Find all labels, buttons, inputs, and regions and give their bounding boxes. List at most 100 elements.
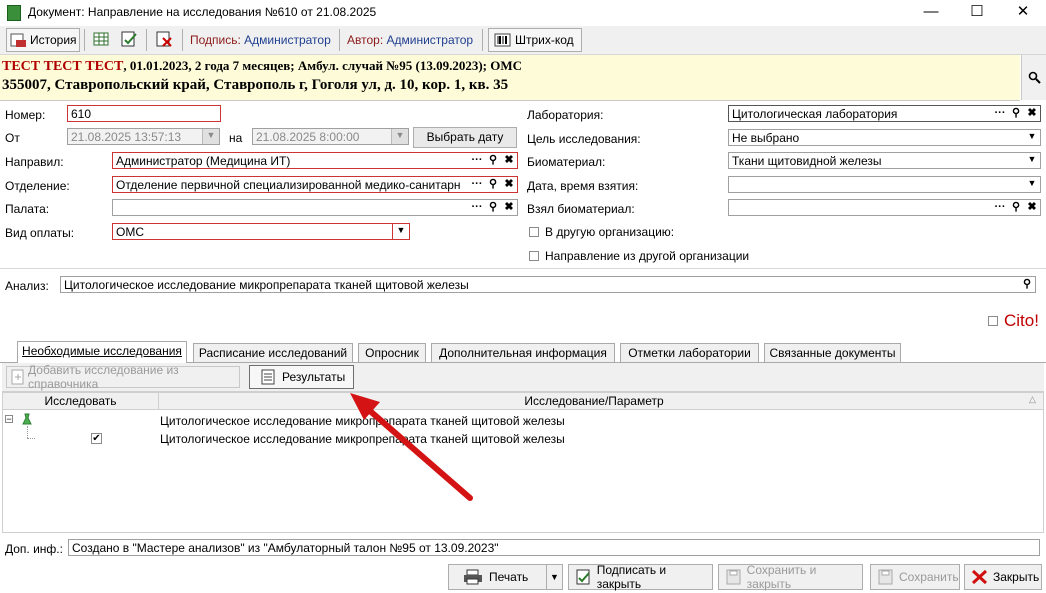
divider — [0, 268, 1046, 269]
history-icon — [10, 33, 26, 47]
research-checkbox[interactable]: ✔ — [91, 433, 102, 444]
save-close-label: Сохранить и закрыть — [746, 563, 817, 591]
search-icon[interactable]: ⚲ — [485, 200, 501, 215]
clear-icon[interactable]: ✖ — [1024, 106, 1040, 121]
sort-icon[interactable]: △ — [1029, 394, 1036, 405]
ellipsis-icon[interactable]: ··· — [992, 106, 1008, 121]
taker-label: Взял биоматериал: — [527, 202, 635, 216]
payment-select[interactable]: ОМС ▼ — [112, 223, 410, 240]
analysis-input[interactable]: Цитологическое исследование микропрепара… — [60, 276, 1036, 293]
tab-additional-info[interactable]: Дополнительная информация — [431, 343, 615, 362]
chevron-down-icon[interactable]: ▼ — [1024, 153, 1040, 168]
add-research-button[interactable]: Добавить исследование из справочника — [6, 363, 240, 391]
results-label: Результаты — [282, 370, 346, 384]
search-icon[interactable]: ⚲ — [1008, 200, 1024, 215]
to-date-input[interactable]: 21.08.2025 8:00:00 ▼ — [252, 128, 409, 145]
search-icon[interactable]: ⚲ — [1019, 277, 1035, 292]
minimize-button[interactable]: — — [908, 0, 954, 25]
delete-document-icon[interactable] — [155, 31, 175, 47]
clear-icon[interactable]: ✖ — [501, 177, 517, 192]
close-button[interactable]: Закрыть — [964, 564, 1042, 590]
results-button[interactable]: Результаты — [249, 365, 354, 389]
title-bar: Документ: Направление на исследования №6… — [0, 0, 1046, 25]
lab-input[interactable]: Цитологическая лаборатория ··· ⚲ ✖ — [728, 105, 1041, 122]
chevron-down-icon[interactable]: ▼ — [392, 224, 409, 239]
tab-required-research[interactable]: Необходимые исследования — [17, 341, 187, 363]
col-header-research[interactable]: Исследовать — [3, 393, 159, 409]
taker-input[interactable]: ··· ⚲ ✖ — [728, 199, 1041, 216]
patient-line-1: ТЕСТ ТЕСТ ТЕСТ, 01.01.2023, 2 года 7 мес… — [2, 58, 522, 75]
check-document-icon[interactable] — [120, 31, 140, 47]
patient-header: ТЕСТ ТЕСТ ТЕСТ, 01.01.2023, 2 года 7 мес… — [0, 55, 1020, 101]
tab-questionnaire[interactable]: Опросник — [358, 343, 426, 362]
clear-icon[interactable]: ✖ — [501, 153, 517, 168]
close-window-button[interactable]: ✕ — [1000, 0, 1046, 25]
other-org-label: В другую организацию: — [545, 225, 675, 239]
analysis-label: Анализ: — [5, 279, 49, 293]
chevron-down-icon[interactable]: ▼ — [1024, 177, 1040, 192]
sign-value: Администратор — [244, 33, 331, 47]
results-icon — [261, 369, 275, 385]
toolbar-separator — [84, 29, 85, 51]
from-date-input[interactable]: 21.08.2025 13:57:13 ▼ — [67, 128, 220, 145]
print-dropdown-button[interactable]: ▼ — [546, 564, 563, 590]
to-label: на — [229, 131, 243, 145]
grid-header: Исследовать Исследование/Параметр △ — [2, 392, 1044, 410]
ellipsis-icon[interactable]: ··· — [469, 153, 485, 168]
ward-input[interactable]: ··· ⚲ ✖ — [112, 199, 518, 216]
referred-input[interactable]: Администратор (Медицина ИТ) ··· ⚲ ✖ — [112, 152, 518, 169]
other-org-checkbox[interactable] — [529, 227, 539, 237]
search-icon[interactable]: ⚲ — [1008, 106, 1024, 121]
biomaterial-select[interactable]: Ткани щитовидной железы ▼ — [728, 152, 1041, 169]
date-taken-select[interactable]: ▼ — [728, 176, 1041, 193]
ellipsis-icon[interactable]: ··· — [469, 200, 485, 215]
sign-info: Подпись: Администратор — [190, 33, 331, 47]
author-info: Автор: Администратор — [347, 33, 473, 47]
barcode-button[interactable]: Штрих-код — [488, 28, 582, 52]
clear-icon[interactable]: ✖ — [1024, 200, 1040, 215]
date-taken-label: Дата, время взятия: — [527, 179, 639, 193]
save-close-icon — [726, 569, 741, 585]
department-input[interactable]: Отделение первичной специализированной м… — [112, 176, 518, 193]
save-button[interactable]: Сохранить — [870, 564, 960, 590]
chevron-down-icon[interactable]: ▼ — [1024, 130, 1040, 145]
save-label: Сохранить — [899, 570, 959, 584]
app-icon — [7, 5, 21, 21]
from-other-org-checkbox[interactable] — [529, 251, 539, 261]
sign-close-button[interactable]: Подписать и закрыть — [568, 563, 713, 591]
maximize-button[interactable]: ☐ — [954, 0, 1000, 25]
goal-select[interactable]: Не выбрано ▼ — [728, 129, 1041, 146]
tree-line — [27, 426, 29, 438]
number-input[interactable]: 610 — [67, 105, 221, 122]
add-document-icon — [11, 369, 24, 385]
history-button[interactable]: История — [6, 28, 80, 52]
sign-close-label: Подписать и закрыть — [596, 563, 667, 591]
ellipsis-icon[interactable]: ··· — [992, 200, 1008, 215]
window-title: Документ: Направление на исследования №6… — [28, 5, 377, 19]
choose-date-button[interactable]: Выбрать дату — [413, 127, 517, 148]
search-icon[interactable]: ⚲ — [485, 153, 501, 168]
chevron-down-icon[interactable]: ▼ — [202, 129, 219, 144]
cito-label: Cito! — [1004, 311, 1039, 330]
tab-related-docs[interactable]: Связанные документы — [764, 343, 901, 362]
search-icon[interactable]: ⚲ — [485, 177, 501, 192]
referred-value: Администратор (Медицина ИТ) — [116, 154, 291, 168]
print-label: Печать — [489, 570, 529, 584]
printer-icon — [464, 569, 482, 585]
ward-label: Палата: — [5, 202, 50, 216]
patient-search-button[interactable] — [1021, 55, 1046, 100]
print-button[interactable]: Печать — [448, 564, 547, 590]
tab-schedule[interactable]: Расписание исследований — [193, 343, 353, 362]
extra-info-input[interactable]: Создано в "Мастере анализов" из "Амбулат… — [68, 539, 1040, 556]
save-close-button[interactable]: Сохранить и закрыть — [718, 563, 863, 591]
tab-lab-notes[interactable]: Отметки лаборатории — [620, 343, 759, 362]
collapse-icon[interactable]: − — [5, 415, 13, 424]
clear-icon[interactable]: ✖ — [501, 200, 517, 215]
table-icon[interactable] — [93, 31, 109, 47]
cito-checkbox[interactable] — [988, 316, 998, 326]
col-header-param[interactable]: Исследование/Параметр — [159, 393, 1029, 409]
chevron-down-icon[interactable]: ▼ — [391, 129, 408, 144]
sign-document-icon — [576, 569, 590, 585]
extra-info-label: Доп. инф.: — [5, 542, 63, 556]
ellipsis-icon[interactable]: ··· — [469, 177, 485, 192]
